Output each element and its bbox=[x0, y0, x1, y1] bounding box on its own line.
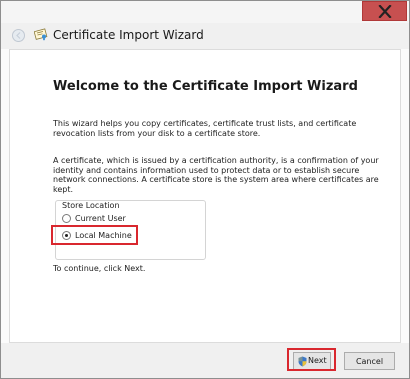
radio-button-current-user[interactable] bbox=[62, 214, 71, 223]
next-button-highlight-box bbox=[287, 348, 336, 371]
close-icon bbox=[378, 5, 392, 18]
welcome-heading: Welcome to the Certificate Import Wizard bbox=[53, 79, 358, 94]
local-machine-highlight-box bbox=[51, 225, 138, 245]
intro-paragraph: This wizard helps you copy certificates,… bbox=[53, 119, 357, 138]
wizard-footer: Next Cancel bbox=[1, 343, 409, 378]
cancel-button[interactable]: Cancel bbox=[344, 352, 395, 370]
certificate-icon bbox=[34, 28, 48, 41]
certificate-import-wizard-window: Certificate Import Wizard Welcome to the… bbox=[0, 0, 410, 379]
continue-instruction: To continue, click Next. bbox=[53, 264, 146, 273]
certificate-description-paragraph: A certificate, which is issued by a cert… bbox=[53, 156, 379, 194]
wizard-content: Welcome to the Certificate Import Wizard… bbox=[9, 49, 401, 343]
close-button[interactable] bbox=[362, 1, 407, 21]
wizard-header: Certificate Import Wizard bbox=[1, 23, 409, 49]
current-user-label: Current User bbox=[75, 214, 126, 223]
title-bar bbox=[1, 1, 409, 23]
back-arrow-icon bbox=[16, 32, 21, 39]
wizard-title: Certificate Import Wizard bbox=[53, 28, 204, 42]
back-button[interactable] bbox=[12, 29, 25, 42]
store-location-legend: Store Location bbox=[61, 201, 121, 210]
